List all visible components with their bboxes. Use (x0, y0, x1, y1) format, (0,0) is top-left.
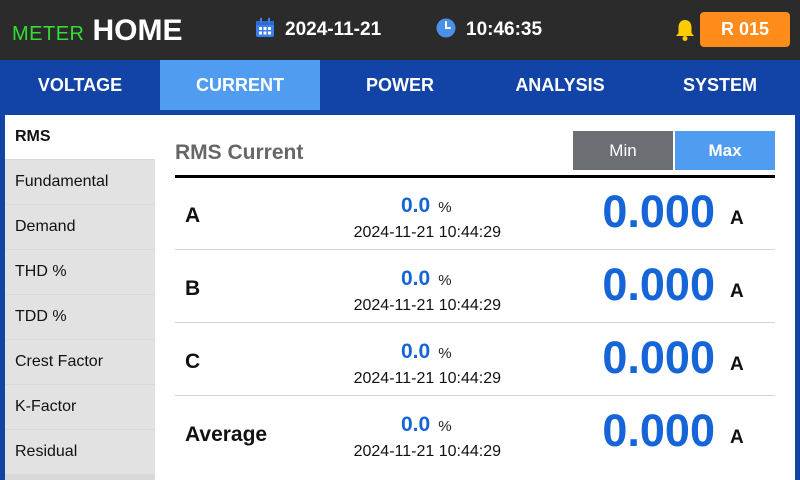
sidebar-item-tdd[interactable]: TDD % (5, 295, 155, 339)
table-row: A 0.0% 2024-11-21 10:44:29 0.000 A (175, 178, 775, 250)
page-title: HOME (92, 14, 183, 47)
tab-analysis[interactable]: ANALYSIS (480, 60, 640, 110)
row-divider (175, 249, 775, 250)
percent-unit: % (438, 345, 452, 362)
current-value: 0.000 (602, 332, 715, 383)
sidebar-item-thd[interactable]: THD % (5, 250, 155, 294)
phase-label: C (185, 350, 201, 373)
phase-label: B (185, 277, 201, 300)
tab-current[interactable]: CURRENT (160, 60, 320, 110)
current-unit: A (730, 354, 744, 375)
percent-unit: % (438, 199, 452, 216)
table-row: Average 0.0% 2024-11-21 10:44:29 0.000 A (175, 397, 775, 469)
percent-readout: 0.0% (401, 340, 501, 364)
sidebar-item-rms[interactable]: RMS (5, 115, 155, 159)
timestamp: 2024-11-21 10:44:29 (353, 297, 501, 314)
panel-title: RMS Current (175, 141, 304, 164)
sidebar-item-crest-factor[interactable]: Crest Factor (5, 340, 155, 384)
sidebar-item-k-factor[interactable]: K-Factor (5, 385, 155, 429)
time-text: 10:46:35 (466, 19, 543, 40)
top-header: METER HOME 2024-11-21 10:46:35 R 015 (0, 0, 800, 60)
table-row: B 0.0% 2024-11-21 10:44:29 0.000 A (175, 251, 775, 323)
timestamp: 2024-11-21 10:44:29 (353, 370, 501, 387)
date-text: 2024-11-21 (285, 19, 382, 40)
alarm-badge[interactable]: R 015 (700, 12, 790, 47)
current-unit: A (730, 427, 744, 448)
tab-system[interactable]: SYSTEM (640, 60, 800, 110)
percent-readout: 0.0% (401, 267, 501, 291)
time-display: 10:46:35 (436, 18, 542, 42)
current-value: 0.000 (602, 259, 715, 310)
clock-icon (436, 18, 456, 43)
current-unit: A (730, 208, 744, 229)
table-row: C 0.0% 2024-11-21 10:44:29 0.000 A (175, 324, 775, 396)
percent-readout: 0.0% (401, 194, 501, 218)
sidebar-item-residual[interactable]: Residual (5, 430, 155, 474)
current-unit: A (730, 281, 744, 302)
main-panel: RMS Current Min Max A 0.0% 2024-11-21 10… (155, 115, 795, 480)
brand-prefix: METER (12, 23, 85, 45)
percent-value: 0.0 (401, 194, 431, 217)
calendar-icon (255, 17, 275, 43)
sidebar-item-demand[interactable]: Demand (5, 205, 155, 249)
max-button[interactable]: Max (675, 131, 775, 170)
row-divider (175, 322, 775, 323)
percent-value: 0.0 (401, 267, 431, 290)
phase-label: Average (185, 423, 268, 446)
tab-voltage[interactable]: VOLTAGE (0, 60, 160, 110)
sidebar: RMS Fundamental Demand THD % TDD % Crest… (5, 115, 155, 480)
percent-unit: % (438, 272, 452, 289)
timestamp: 2024-11-21 10:44:29 (353, 224, 501, 241)
phase-label: A (185, 204, 201, 227)
percent-unit: % (438, 418, 452, 435)
tab-power[interactable]: POWER (320, 60, 480, 110)
percent-value: 0.0 (401, 340, 431, 363)
current-value: 0.000 (602, 405, 715, 456)
row-divider (175, 395, 775, 396)
current-value: 0.000 (602, 186, 715, 237)
percent-readout: 0.0% (401, 413, 501, 437)
brand: METER HOME (12, 14, 183, 47)
main-tab-bar: VOLTAGE CURRENT POWER ANALYSIS SYSTEM (0, 60, 800, 110)
sidebar-item-fundamental[interactable]: Fundamental (5, 160, 155, 204)
timestamp: 2024-11-21 10:44:29 (353, 443, 501, 460)
bell-icon[interactable] (674, 18, 696, 42)
min-button[interactable]: Min (573, 131, 673, 170)
date-display: 2024-11-21 (255, 17, 382, 43)
percent-value: 0.0 (401, 413, 431, 436)
